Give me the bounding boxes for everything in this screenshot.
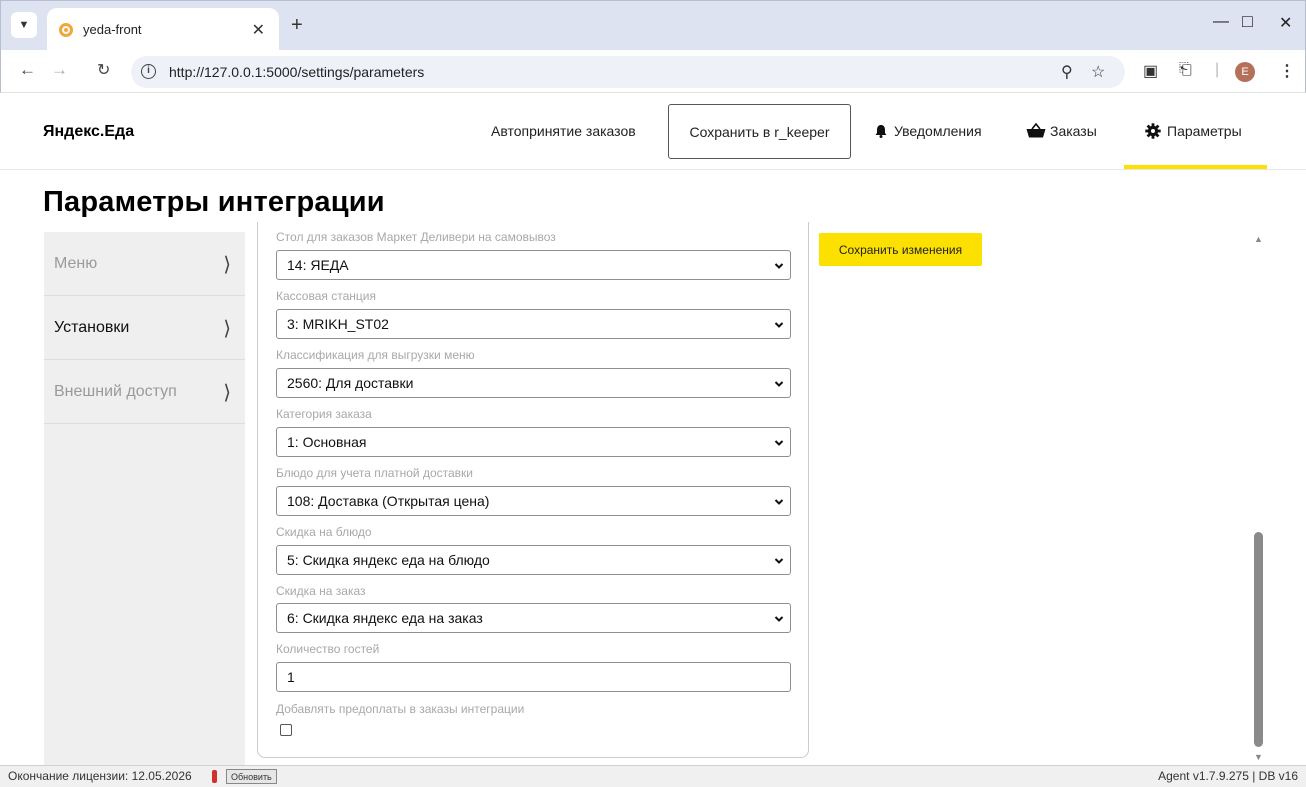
gear-icon: [1145, 123, 1161, 139]
select-value: 2560: Для доставки: [287, 375, 414, 391]
order-category-select[interactable]: 1: Основная: [276, 427, 791, 457]
url-text: http://127.0.0.1:5000/settings/parameter…: [169, 64, 425, 80]
chevron-right-icon: ⟩: [223, 379, 231, 404]
more-menu-icon[interactable]: ⋮: [1279, 61, 1295, 81]
app-header: Яндекс.Еда Автопринятие заказов Сохранит…: [0, 94, 1306, 170]
page-title: Параметры интеграции: [43, 186, 385, 218]
brand-logo[interactable]: Яндекс.Еда: [43, 123, 134, 141]
field-label-dish-discount: Скидка на блюдо: [276, 525, 372, 539]
toolbar-divider: |: [1215, 61, 1220, 78]
settings-sidebar: Меню ⟩ Установки ⟩ Внешний доступ ⟩: [44, 232, 245, 765]
field-label-prepay: Добавлять предоплаты в заказы интеграции: [276, 702, 525, 716]
menu-classification-select[interactable]: 2560: Для доставки: [276, 368, 791, 398]
settings-form: Стол для заказов Маркет Деливери на само…: [257, 222, 809, 758]
close-tab-icon[interactable]: ✕: [252, 20, 265, 40]
save-rkeeper-button[interactable]: Сохранить в r_keeper: [668, 104, 851, 159]
nav-orders-label: Заказы: [1050, 123, 1097, 139]
zoom-icon[interactable]: ⚲: [1061, 62, 1073, 82]
profile-avatar[interactable]: E: [1235, 62, 1255, 82]
sidebar-item-external-access[interactable]: Внешний доступ ⟩: [44, 360, 245, 424]
delivery-dish-select[interactable]: 108: Доставка (Открытая цена): [276, 486, 791, 516]
sidebar-item-label: Установки: [54, 318, 130, 336]
reload-icon[interactable]: ↻: [97, 60, 110, 80]
nav-parameters-label: Параметры: [1167, 123, 1242, 139]
version-info: Agent v1.7.9.275 | DB v16: [1158, 769, 1298, 783]
select-value: 6: Скидка яндекс еда на заказ: [287, 610, 483, 626]
cash-station-select[interactable]: 3: MRIKH_ST02: [276, 309, 791, 339]
chevron-right-icon: ⟩: [223, 251, 231, 276]
chevron-down-icon: [774, 440, 784, 446]
input-value: 1: [287, 669, 295, 685]
field-label-order-discount: Скидка на заказ: [276, 584, 366, 598]
site-info-icon[interactable]: i: [141, 64, 156, 79]
chevron-right-icon: ⟩: [223, 315, 231, 340]
chevron-down-icon: [774, 322, 784, 328]
nav-notifications-label: Уведомления: [894, 123, 982, 139]
pickup-table-select[interactable]: 14: ЯЕДА: [276, 250, 791, 280]
guests-count-input[interactable]: 1: [276, 662, 791, 692]
tab-list-button[interactable]: ▼: [11, 12, 37, 38]
save-changes-button[interactable]: Сохранить изменения: [819, 233, 982, 266]
save-changes-label: Сохранить изменения: [838, 242, 963, 257]
bookmark-star-icon[interactable]: ☆: [1091, 62, 1105, 82]
back-icon[interactable]: ←: [19, 60, 36, 80]
scrollbar-thumb[interactable]: [1254, 532, 1263, 747]
refresh-button[interactable]: Обновить: [226, 769, 277, 784]
chevron-down-icon: [774, 263, 784, 269]
sidebar-item-menu[interactable]: Меню ⟩: [44, 232, 245, 296]
scroll-up-arrow[interactable]: ▲: [1254, 234, 1263, 244]
basket-icon: [1026, 123, 1046, 138]
select-value: 14: ЯЕДА: [287, 257, 349, 273]
nav-notifications[interactable]: Уведомления: [874, 123, 982, 139]
chevron-down-icon: ▼: [18, 19, 30, 31]
scroll-down-arrow[interactable]: ▼: [1254, 752, 1263, 762]
chevron-down-icon: [774, 616, 784, 622]
save-rkeeper-label: Сохранить в r_keeper: [689, 123, 830, 140]
close-window-button[interactable]: ✕: [1279, 13, 1292, 33]
field-label-pickup-table: Стол для заказов Маркет Деливери на само…: [276, 230, 556, 244]
select-value: 3: MRIKH_ST02: [287, 316, 389, 332]
prepay-checkbox[interactable]: [280, 724, 292, 736]
bell-icon: [875, 125, 887, 138]
minimize-button[interactable]: —: [1213, 13, 1229, 31]
select-value: 108: Доставка (Открытая цена): [287, 493, 490, 509]
browser-tab[interactable]: yeda-front ✕: [47, 8, 279, 51]
sidebar-item-settings[interactable]: Установки ⟩: [44, 296, 245, 360]
screenshot-icon[interactable]: ▣: [1143, 61, 1158, 81]
field-label-menu-classification: Классификация для выгрузки меню: [276, 348, 475, 362]
chevron-down-icon: [774, 558, 784, 564]
order-discount-select[interactable]: 6: Скидка яндекс еда на заказ: [276, 603, 791, 633]
new-tab-button[interactable]: +: [291, 15, 303, 35]
favicon-icon: [59, 22, 73, 37]
field-label-guests: Количество гостей: [276, 642, 380, 656]
license-expiry: Окончание лицензии: 12.05.2026: [8, 769, 192, 783]
chevron-down-icon: [774, 381, 784, 387]
forward-icon[interactable]: →: [51, 60, 68, 80]
address-bar[interactable]: i http://127.0.0.1:5000/settings/paramet…: [131, 56, 1125, 88]
browser-toolbar: ← → ↻ i http://127.0.0.1:5000/settings/p…: [0, 50, 1306, 93]
field-label-delivery-dish: Блюдо для учета платной доставки: [276, 466, 474, 480]
field-label-order-category: Категория заказа: [276, 407, 372, 421]
extensions-icon[interactable]: ⎗: [1179, 61, 1192, 79]
dish-discount-select[interactable]: 5: Скидка яндекс еда на блюдо: [276, 545, 791, 575]
sidebar-item-label: Внешний доступ: [54, 382, 177, 400]
nav-parameters[interactable]: Параметры: [1145, 123, 1242, 139]
select-value: 5: Скидка яндекс еда на блюдо: [287, 552, 490, 568]
active-tab-indicator: [1124, 165, 1267, 169]
status-bar: Окончание лицензии: 12.05.2026 Обновить …: [0, 765, 1306, 787]
maximize-button[interactable]: □: [1242, 11, 1253, 32]
sidebar-item-label: Меню: [54, 254, 98, 272]
tab-title: yeda-front: [83, 22, 142, 37]
license-status-indicator: [212, 770, 217, 783]
select-value: 1: Основная: [287, 434, 367, 450]
chevron-down-icon: [774, 499, 784, 505]
nav-orders[interactable]: Заказы: [1026, 123, 1097, 139]
browser-tabstrip: ▼ yeda-front ✕ + — □ ✕: [0, 0, 1306, 51]
nav-auto-accept[interactable]: Автопринятие заказов: [491, 123, 636, 139]
field-label-cash-station: Кассовая станция: [276, 289, 376, 303]
